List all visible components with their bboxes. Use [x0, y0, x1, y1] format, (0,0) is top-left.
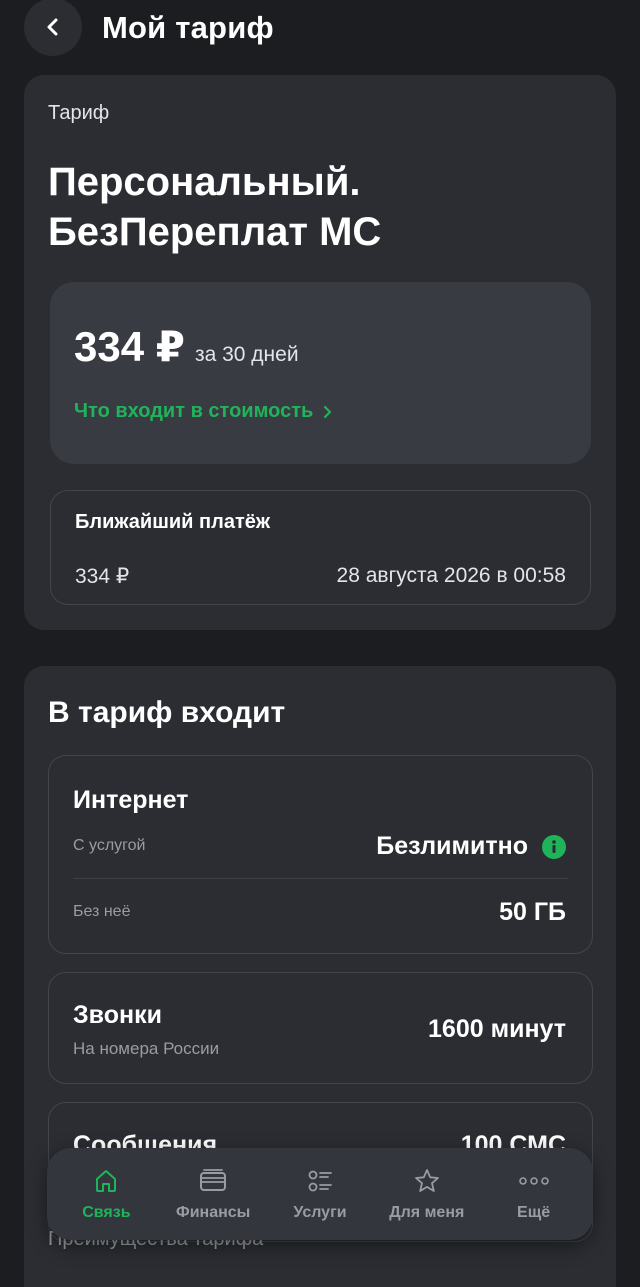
internet-without-service-value: 50 ГБ: [499, 898, 566, 926]
nav-item-more[interactable]: Ещё: [482, 1166, 586, 1222]
nav-label: Ещё: [517, 1204, 551, 1221]
price-box: 334 ₽ за 30 дней Что входит в стоимость: [50, 282, 591, 464]
header: Мой тариф: [0, 0, 640, 64]
nav-label: Услуги: [293, 1204, 347, 1221]
star-icon: [413, 1166, 441, 1196]
price-line: 334 ₽ за 30 дней: [74, 322, 299, 371]
page-title: Мой тариф: [102, 10, 274, 45]
chevron-left-icon: [47, 18, 58, 36]
internet-without-service-label: Без неё: [73, 903, 131, 920]
payment-amount: 334 ₽: [75, 565, 130, 588]
back-button[interactable]: [24, 0, 82, 56]
home-icon: [92, 1166, 120, 1196]
nav-item-svyaz[interactable]: Связь: [54, 1166, 158, 1222]
internet-title: Интернет: [73, 786, 189, 814]
tariff-label: Тариф: [48, 102, 110, 124]
payment-title: Ближайший платёж: [75, 511, 271, 533]
price-details-link[interactable]: Что входит в стоимость: [74, 400, 332, 423]
nav-label: Для меня: [389, 1204, 465, 1221]
calls-subtitle: На номера России: [73, 1039, 220, 1058]
wallet-icon: [198, 1166, 228, 1196]
internet-divider: [73, 878, 568, 879]
internet-unlimited-text: Безлимитно: [376, 832, 528, 860]
price-value: 334 ₽: [74, 323, 185, 370]
nav-label: Финансы: [176, 1204, 251, 1221]
calls-value: 1600 минут: [428, 1015, 566, 1043]
includes-title: В тариф входит: [48, 696, 286, 729]
payment-date: 28 августа 2026 в 00:58: [336, 564, 566, 587]
internet-with-service-label: С услугой: [73, 837, 146, 854]
price-period: за 30 дней: [194, 343, 299, 366]
internet-box: Интернет С услугой Безлимитно Без неё 50…: [48, 755, 593, 954]
info-icon[interactable]: [542, 834, 566, 859]
bottom-nav: Связь Финансы Услуги Для меня Ещё: [47, 1148, 593, 1240]
screen: Мой тариф Тариф Персональный. БезПерепла…: [0, 0, 640, 1287]
nav-item-services[interactable]: Услуги: [268, 1166, 372, 1222]
nav-item-for-me[interactable]: Для меня: [375, 1166, 479, 1222]
chevron-right-icon: [323, 405, 332, 419]
services-icon: [306, 1166, 334, 1196]
tariff-card: Тариф Персональный. БезПереплат МС 334 ₽…: [24, 75, 616, 630]
nav-label: Связь: [82, 1204, 131, 1221]
price-details-label: Что входит в стоимость: [74, 400, 314, 422]
tariff-name: Персональный. БезПереплат МС: [48, 160, 382, 254]
internet-with-service-value: Безлимитно: [376, 832, 566, 861]
calls-title: Звонки: [73, 1001, 162, 1029]
more-icon: [518, 1166, 550, 1196]
next-payment-box[interactable]: Ближайший платёж 334 ₽ 28 августа 2026 в…: [50, 490, 591, 605]
calls-box: Звонки На номера России 1600 минут: [48, 972, 593, 1084]
nav-item-finance[interactable]: Финансы: [161, 1166, 265, 1222]
